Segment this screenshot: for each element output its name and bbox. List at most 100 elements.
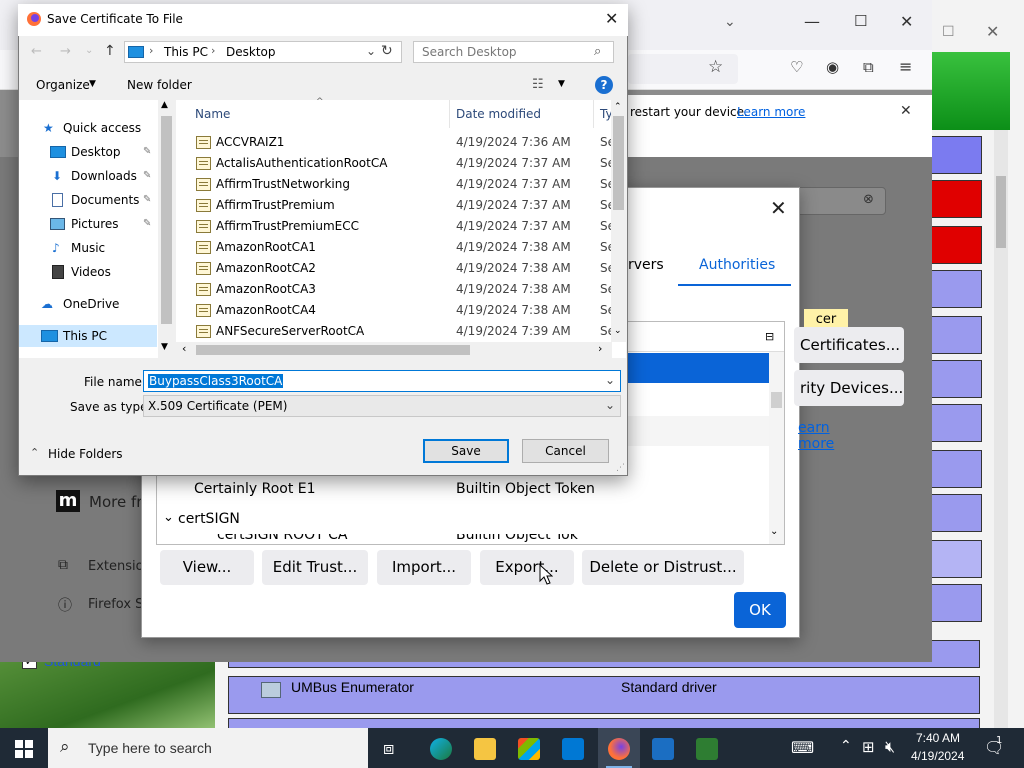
file-vscrollbar-thumb[interactable] xyxy=(613,116,624,210)
notification-center[interactable]: 🗨︎ 1 xyxy=(984,735,1004,758)
view-button[interactable]: View... xyxy=(160,550,254,585)
file-row[interactable]: AmazonRootCA2 4/19/2024 7:38 AM Se xyxy=(176,258,626,279)
new-folder-button[interactable]: New folder xyxy=(127,78,192,92)
scroll-up-icon[interactable]: ⌃ xyxy=(614,102,622,112)
column-divider[interactable] xyxy=(593,100,594,128)
file-hscrollbar[interactable]: ‹ › xyxy=(176,342,612,358)
file-row[interactable]: AmazonRootCA3 4/19/2024 7:38 AM Se xyxy=(176,279,626,300)
column-date[interactable]: Date modified xyxy=(456,107,541,121)
chevron-up-icon[interactable]: ⌃ xyxy=(840,738,852,754)
column-name[interactable]: Name xyxy=(195,107,230,121)
windows-start-icon[interactable] xyxy=(15,740,33,758)
learn-more-link[interactable]: earn more xyxy=(798,420,834,452)
bookmark-star-icon[interactable]: ☆ xyxy=(708,57,723,77)
close-icon[interactable]: ✕ xyxy=(986,22,999,41)
tree-item-downloads[interactable]: ⬇ Downloads ✎ xyxy=(19,165,159,187)
file-row[interactable]: AmazonRootCA4 4/19/2024 7:38 AM Se xyxy=(176,300,626,321)
scroll-down-icon[interactable]: ⌄ xyxy=(770,526,778,537)
tree-scrollbar-thumb[interactable] xyxy=(161,116,172,324)
close-icon[interactable]: ✕ xyxy=(605,9,618,28)
list-scrollbar[interactable]: ⌄ xyxy=(769,352,784,544)
bg-device-row-umbus[interactable]: UMBus Enumerator Standard driver xyxy=(228,676,980,714)
file-explorer-icon[interactable] xyxy=(474,738,496,760)
task-view-icon[interactable]: ⧈ xyxy=(383,738,394,759)
security-devices-button[interactable]: rity Devices... xyxy=(794,370,904,406)
file-vscrollbar[interactable]: ⌃ ⌄ xyxy=(611,100,626,342)
file-row[interactable]: AffirmTrustPremium 4/19/2024 7:37 AM Se xyxy=(176,195,626,216)
hide-folders-button[interactable]: Hide Folders xyxy=(48,447,123,461)
scroll-down-icon[interactable]: ⌄ xyxy=(614,326,622,336)
scroll-right-icon[interactable]: › xyxy=(598,342,602,355)
forward-arrow-icon[interactable]: → xyxy=(60,44,71,59)
back-arrow-icon[interactable]: ← xyxy=(31,44,42,59)
menu-icon[interactable]: ≡ xyxy=(899,57,912,76)
import-button[interactable]: Import... xyxy=(377,550,471,585)
firefox-taskbar-active[interactable] xyxy=(598,728,640,768)
file-row[interactable]: ActalisAuthenticationRootCA 4/19/2024 7:… xyxy=(176,153,626,174)
cancel-button[interactable]: Cancel xyxy=(522,439,609,463)
url-bar-end[interactable]: ☆ xyxy=(628,54,738,84)
table-row-group[interactable]: ⌄ certSIGN xyxy=(157,504,769,534)
table-row[interactable]: certSIGN ROOT CA Builtin Object Tok xyxy=(157,534,769,544)
breadcrumb-this-pc[interactable]: This PC xyxy=(164,45,208,59)
clear-icon[interactable]: ⊗ xyxy=(863,192,874,207)
file-list[interactable]: Name ^ Date modified Ty ACCVRAIZ1 4/19/2… xyxy=(176,97,626,358)
view-certificates-button[interactable]: Certificates... xyxy=(794,327,904,363)
clock-time[interactable]: 7:40 AM xyxy=(916,731,960,745)
export-button[interactable]: Export... xyxy=(480,550,574,585)
maximize-icon[interactable]: ☐ xyxy=(854,12,867,30)
chevron-down-icon[interactable]: ⌄ xyxy=(163,510,174,525)
breadcrumb-desktop[interactable]: Desktop xyxy=(226,45,276,59)
clock-date[interactable]: 4/19/2024 xyxy=(911,749,964,763)
file-row[interactable]: ANFSecureServerRootCA 4/19/2024 7:39 AM … xyxy=(176,321,626,342)
file-row[interactable]: AffirmTrustPremiumECC 4/19/2024 7:37 AM … xyxy=(176,216,626,237)
column-divider[interactable] xyxy=(449,100,450,128)
file-hscrollbar-thumb[interactable] xyxy=(196,345,470,355)
tree-item-desktop[interactable]: Desktop ✎ xyxy=(19,141,159,163)
refresh-icon[interactable]: ↻ xyxy=(381,43,393,59)
chevron-down-icon[interactable]: ⌄ xyxy=(605,398,615,412)
file-row[interactable]: ACCVRAIZ1 4/19/2024 7:36 AM Se xyxy=(176,132,626,153)
tree-item-videos[interactable]: Videos xyxy=(19,261,159,283)
chevron-down-icon[interactable]: ⌄ xyxy=(605,373,615,387)
taskbar-search-box[interactable]: ⌕ Type here to search xyxy=(48,728,368,768)
volume-muted-icon[interactable]: 🔇︎ xyxy=(885,737,895,757)
view-options-icon[interactable]: ☷ xyxy=(532,77,544,92)
save-type-select[interactable]: X.509 Certificate (PEM) ⌄ xyxy=(143,395,621,417)
close-icon[interactable]: ✕ xyxy=(900,12,913,31)
tree-item-quick-access[interactable]: ★ Quick access xyxy=(19,117,159,139)
pocket-icon[interactable]: ♡ xyxy=(790,58,803,76)
file-name-input[interactable]: BuypassClass3RootCA ⌄ xyxy=(143,370,621,392)
scroll-down-icon[interactable]: ▼ xyxy=(161,342,168,352)
file-row[interactable]: AffirmTrustNetworking 4/19/2024 7:37 AM … xyxy=(176,174,626,195)
extensions-icon[interactable]: ⧉ xyxy=(863,58,874,76)
edge-icon[interactable] xyxy=(430,738,452,760)
tree-scrollbar[interactable]: ▲ ▼ xyxy=(158,100,175,358)
sidebar-support[interactable]: Firefox S xyxy=(88,597,143,612)
search-icon[interactable]: ⌕ xyxy=(594,44,601,59)
close-icon[interactable]: ✕ xyxy=(770,196,787,220)
navigation-pane[interactable]: ★ Quick access Desktop ✎ ⬇ Downloads ✎ D… xyxy=(19,100,175,358)
scroll-left-icon[interactable]: ‹ xyxy=(182,342,186,355)
chevron-down-icon[interactable]: ⌄ xyxy=(85,45,93,56)
tree-item-this-pc[interactable]: This PC xyxy=(19,325,157,347)
remote-app-icon[interactable] xyxy=(652,738,674,760)
address-bar[interactable]: › This PC › Desktop ⌄ xyxy=(124,41,402,63)
column-picker-icon[interactable]: ⊟ xyxy=(765,330,774,343)
chevron-down-icon[interactable]: ⌄ xyxy=(366,44,376,58)
list-scrollbar-thumb[interactable] xyxy=(771,392,782,408)
chevron-up-icon[interactable]: ⌃ xyxy=(30,446,39,459)
save-button[interactable]: Save xyxy=(423,439,509,463)
delete-distrust-button[interactable]: Delete or Distrust... xyxy=(582,550,744,585)
organize-button[interactable]: Organize xyxy=(36,78,90,92)
tree-item-onedrive[interactable]: ☁ OneDrive xyxy=(19,293,159,315)
table-row[interactable]: Certainly Root E1 Builtin Object Token xyxy=(157,474,769,504)
dropdown-arrow-icon[interactable]: ▼ xyxy=(558,79,565,89)
device-manager-icon[interactable] xyxy=(696,738,718,760)
edit-trust-button[interactable]: Edit Trust... xyxy=(262,550,368,585)
tree-item-music[interactable]: ♪ Music xyxy=(19,237,159,259)
tree-item-documents[interactable]: Documents ✎ xyxy=(19,189,159,211)
tab-authorities[interactable]: Authorities xyxy=(678,244,791,286)
bg-scrollbar-thumb[interactable] xyxy=(996,176,1006,248)
sidebar-more[interactable]: More fr xyxy=(89,493,142,511)
